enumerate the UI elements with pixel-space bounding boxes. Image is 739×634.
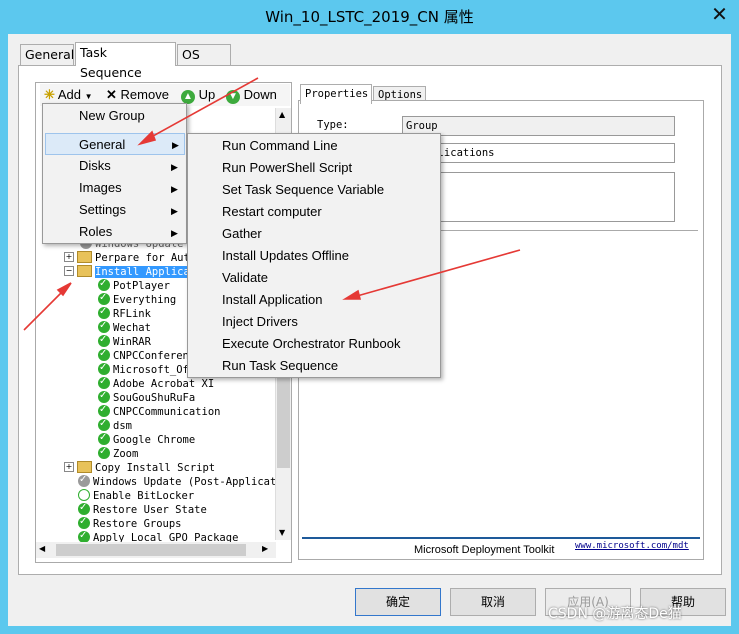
tab-task-sequence[interactable]: Task Sequence — [75, 42, 176, 80]
annotation-arrowhead — [342, 289, 362, 300]
annotation-arrow — [349, 249, 521, 299]
tab-properties[interactable]: Properties — [300, 84, 372, 104]
annotation-arrowhead — [137, 130, 157, 146]
annotation-arrow — [143, 77, 259, 142]
watermark: CSDN @游离态De猫 — [548, 606, 682, 622]
